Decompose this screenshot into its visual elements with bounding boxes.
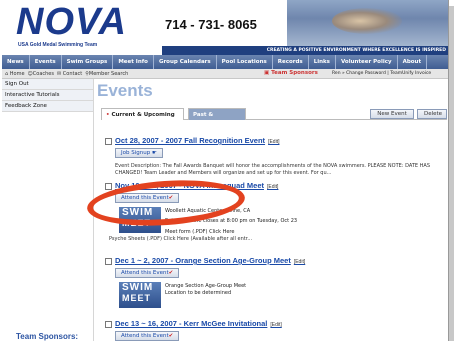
edit-link[interactable]: [Edit] [268,139,279,145]
event-checkbox[interactable] [105,258,112,265]
event-title-link[interactable]: Dec 13 ~ 16, 2007 - Kerr McGee Invitatio… [115,319,282,328]
mail-icon: ✉ [56,70,62,77]
event-title-text: Oct 28, 2007 - 2007 Fall Recognition Eve… [115,136,266,145]
hero-image [287,0,448,46]
job-signup-button[interactable]: Job Signup ☛ [115,148,163,158]
swim-image-text: SWIM [122,282,154,293]
event-location: Location to be determined [165,290,232,296]
sidebar-item-tutorials[interactable]: Interactive Tutorials [2,90,93,101]
attend-event-button[interactable]: Attend this Event✔ [115,268,180,278]
checkmark-icon: ✔ [168,333,174,339]
edit-link[interactable]: [Edit] [294,259,305,265]
event-title-text: Dec 13 ~ 16, 2007 - Kerr McGee Invitatio… [115,319,268,328]
checkmark-icon: ✔ [168,270,174,276]
nav-news[interactable]: News [2,55,30,69]
logo-subtitle: USA Gold Medal Swimming Team [18,42,98,48]
site-header: NOVA USA Gold Medal Swimming Team 714 - … [2,0,448,55]
member-search-label: Member Search [88,70,129,77]
delete-button[interactable]: Delete [417,109,447,119]
tagline: CREATING A POSITIVE ENVIRONMENT WHERE EX… [162,46,448,55]
edit-link[interactable]: [Edit] [270,322,281,328]
swimmer-photo [332,8,402,34]
nav-links[interactable]: Links [309,55,336,69]
page-shadow [449,6,454,341]
psyche-sheets-link[interactable]: Psyche Sheets (.PDF) Click Here (Availab… [109,236,439,243]
nav-swim-groups[interactable]: Swim Groups [62,55,114,69]
meet-image-text: MEET [122,293,152,303]
attend-event-label: Attend this Event [121,333,169,339]
event-item: Dec 13 ~ 16, 2007 - Kerr McGee Invitatio… [105,319,445,341]
site-logo[interactable]: NOVA [16,3,127,41]
sidebar-item-sign-out[interactable]: Sign Out [2,79,93,90]
coaches-label: Coaches [32,70,54,77]
nav-records[interactable]: Records [273,55,309,69]
team-sponsors-link[interactable]: ▣ Team Sponsors [264,70,318,76]
nav-events[interactable]: Events [30,55,62,69]
event-checkbox[interactable] [105,183,112,190]
nav-volunteer-policy[interactable]: Volunteer Policy [336,55,398,69]
main-nav: News Events Swim Groups Meet Info Group … [2,55,448,69]
account-links[interactable]: Ren » Change Password | TeamUnify Invoic… [332,71,431,76]
home-link[interactable]: ⌂ Home [5,71,25,77]
event-title-link[interactable]: Dec 1 ~ 2, 2007 - Orange Section Age-Gro… [115,256,305,265]
tab-current-label: Current & Upcoming [111,112,175,118]
job-signup-label: Job Signup [121,150,151,156]
home-label: Home [9,70,25,77]
tab-past-archived[interactable]: Past & Archived [188,108,246,130]
page-title: Events [97,81,153,100]
hand-pointer-icon: ☛ [151,150,157,156]
nav-meet-info[interactable]: Meet Info [113,55,154,69]
event-checkbox[interactable] [105,321,112,328]
attend-event-label: Attend this Event [121,270,169,276]
event-item: Oct 28, 2007 - 2007 Fall Recognition Eve… [105,136,445,186]
event-item: Dec 1 ~ 2, 2007 - Orange Section Age-Gro… [105,256,445,318]
event-description: Event Description: The Fall Awards Banqu… [115,163,431,176]
team-sponsors-label: Team Sponsors [271,70,318,76]
sidebar: Sign Out Interactive Tutorials Feedback … [2,79,94,341]
event-checkbox[interactable] [105,138,112,145]
browser-page: NOVA USA Gold Medal Swimming Team 714 - … [2,0,449,341]
edit-link[interactable]: [Edit] [267,184,278,190]
swim-meet-image: SWIM MEET [119,282,161,308]
phone-number: 714 - 731- 8065 [165,17,257,32]
member-search-link[interactable]: ⚲Member Search [85,71,128,77]
attend-event-button[interactable]: Attend this Event✔ [115,331,180,341]
nav-pool-locations[interactable]: Pool Locations [217,55,273,69]
sponsors-heading: Team Sponsors: [16,332,79,341]
sidebar-item-feedback[interactable]: Feedback Zone [2,101,93,112]
coaches-link[interactable]: ☺Coaches [28,71,54,77]
nav-about[interactable]: About [398,55,428,69]
event-title-text: Dec 1 ~ 2, 2007 - Orange Section Age-Gro… [115,256,291,265]
contact-label: Contact [62,70,83,77]
event-title-link[interactable]: Oct 28, 2007 - 2007 Fall Recognition Eve… [115,136,279,145]
utility-bar: ⌂ Home ☺Coaches ✉ Contact ⚲Member Search… [2,69,448,79]
event-summary: Orange Section Age-Group Meet [165,283,247,289]
nav-group-calendars[interactable]: Group Calendars [154,55,217,69]
contact-link[interactable]: ✉ Contact [57,71,82,77]
meet-form-link[interactable]: Meet form (.PDF) Click Here [165,229,234,235]
home-icon: ⌂ [5,70,9,77]
new-event-button[interactable]: New Event [370,109,414,119]
tab-current-upcoming[interactable]: • Current & Upcoming [101,108,184,120]
